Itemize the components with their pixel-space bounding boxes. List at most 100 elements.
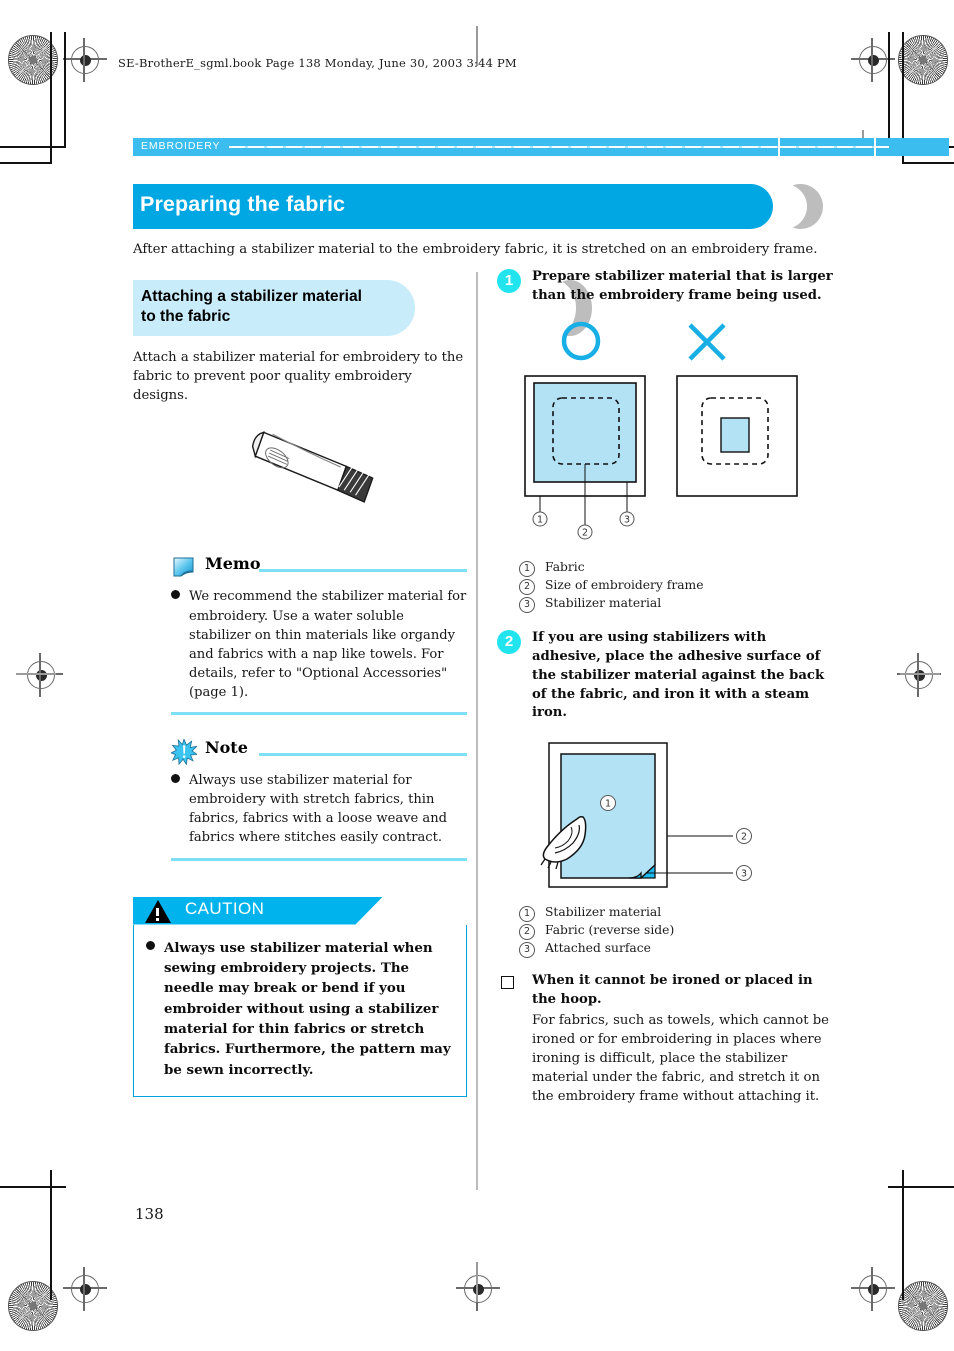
caution-item-text: Always use stabilizer material when sewi… (164, 939, 451, 1078)
warning-exclamation-bar (156, 907, 159, 916)
memo-block: Memo We recommend the stabilizer materia… (133, 554, 467, 716)
chapter-bar-separator-2 (874, 138, 876, 156)
page-title-bar: Preparing the fabric (133, 184, 773, 229)
note-rule (259, 753, 467, 757)
registration-target-top-right (851, 38, 895, 82)
caution-body: Always use stabilizer material when sewi… (133, 924, 467, 1098)
page-intro-text: After attaching a stabilizer material to… (133, 242, 818, 257)
iron-stabilizer-onto-fabric-diagram: 1 2 3 (540, 742, 752, 888)
section-intro-text: Attach a stabilizer material for embroid… (133, 350, 464, 404)
page-number: 138 (135, 1205, 164, 1223)
caution-label: CAUTION (185, 898, 265, 918)
registration-target-right (897, 653, 941, 697)
legend-number: 1 (519, 559, 545, 578)
column-divider (476, 272, 478, 1190)
section-heading-pill: Attaching a stabilizer material to the f… (133, 280, 415, 336)
section-heading-block: Attaching a stabilizer material to the f… (133, 280, 592, 336)
crop-mark-top-left-h2 (0, 162, 52, 164)
memo-rule (259, 569, 467, 573)
registration-starburst-bottom-right (898, 1281, 948, 1331)
warning-exclamation-dot (156, 917, 159, 921)
registration-target-top-left (63, 38, 107, 82)
legend-number: 3 (519, 940, 545, 959)
step-2: 2 If you are using stabilizers with adhe… (497, 629, 833, 723)
crop-mark-top-right-h2 (902, 162, 954, 164)
legend-number: 1 (519, 904, 545, 923)
section-heading-line-1: Attaching a stabilizer material (141, 288, 362, 305)
crop-mark-bottom-left-h (0, 1186, 66, 1188)
adhesive-tube-figure (133, 419, 467, 531)
subsection-heading: When it cannot be ironed or placed in th… (532, 973, 813, 1007)
legend-label: Stabilizer material (545, 596, 662, 611)
square-bullet-icon (501, 976, 514, 990)
registration-target-bottom-left (63, 1267, 107, 1311)
legend-label: Attached surface (545, 941, 651, 956)
trim-tick-right (900, 673, 940, 675)
section-heading-line-2: to the fabric (141, 307, 231, 325)
step-1-badge: 1 (497, 269, 521, 293)
memo-bullet (171, 590, 180, 600)
caution-bullet (146, 940, 155, 950)
step-1-legend: 1 Fabric 2 Size of embroidery frame 3 St… (519, 559, 833, 614)
step-2-legend: 1 Stabilizer material 2 Fabric (reverse … (519, 904, 833, 959)
caution-block: CAUTION Always use stabilizer material w… (133, 896, 467, 1098)
legend-item: 2 Size of embroidery frame (519, 577, 833, 596)
step-2-badge: 2 (497, 630, 521, 655)
note-bottom-rule (171, 857, 467, 861)
crop-mark-bottom-left-v (50, 1170, 52, 1300)
chapter-bar-rule (229, 146, 889, 148)
section-heading-text: Attaching a stabilizer material to the f… (141, 287, 362, 327)
svg-text:3: 3 (741, 869, 747, 880)
legend-item: 3 Stabilizer material (519, 595, 833, 614)
svg-text:2: 2 (582, 528, 588, 539)
memo-item-text: We recommend the stabilizer material for… (189, 589, 467, 700)
step-1-text: Prepare stabilizer material that is larg… (532, 269, 833, 303)
trim-tick-bottom (476, 1262, 478, 1302)
memo-title: Memo (205, 554, 261, 574)
memo-header: Memo (133, 554, 467, 581)
crop-mark-bottom-right-h (888, 1186, 954, 1188)
registration-target-bottom-center (456, 1267, 500, 1311)
crop-mark-top-left-h (0, 146, 66, 148)
trim-tick-left (16, 673, 56, 675)
memo-item: We recommend the stabilizer material for… (171, 587, 467, 702)
crop-mark-top-left-v (50, 32, 52, 164)
registration-target-left (19, 653, 63, 697)
legend-item: 1 Stabilizer material (519, 904, 833, 923)
step-2-figure: 1 2 3 (537, 737, 833, 892)
note-header: Note (133, 737, 467, 766)
legend-label: Size of embroidery frame (545, 578, 704, 593)
step-1: 1 Prepare stabilizer material that is la… (497, 268, 833, 305)
good-mark-circle (561, 322, 601, 361)
registration-starburst-top-right (898, 35, 948, 85)
note-title: Note (205, 738, 248, 758)
memo-bottom-rule (171, 712, 467, 716)
legend-item: 2 Fabric (reverse side) (519, 922, 833, 941)
caution-header: CAUTION (133, 896, 467, 925)
crop-mark-bottom-right-v (902, 1170, 904, 1300)
svg-text:2: 2 (741, 832, 747, 843)
page-title: Preparing the fabric (140, 192, 346, 216)
note-starburst-icon (169, 737, 199, 766)
note-item: Always use stabilizer material for embro… (171, 771, 467, 847)
crop-mark-top-right-v2 (888, 32, 890, 147)
left-column: Attaching a stabilizer material to the f… (133, 280, 592, 1098)
print-file-header: SE-BrotherE_sgml.book Page 138 Monday, J… (118, 56, 517, 70)
subsection-block: When it cannot be ironed or placed in th… (497, 972, 833, 1106)
legend-label: Fabric (reverse side) (545, 923, 675, 938)
bad-mark-cross (688, 323, 726, 362)
memo-page-icon (171, 555, 197, 579)
legend-number: 2 (519, 577, 545, 596)
chapter-label: EMBROIDERY (141, 140, 221, 152)
crop-mark-top-left-v2 (64, 32, 66, 147)
svg-text:1: 1 (605, 799, 611, 810)
legend-label: Fabric (545, 560, 585, 575)
legend-item: 3 Attached surface (519, 940, 833, 959)
subsection-body: For fabrics, such as towels, which canno… (532, 1012, 829, 1105)
legend-label: Stabilizer material (545, 905, 662, 920)
legend-number: 3 (519, 595, 545, 614)
registration-target-bottom-right (851, 1267, 895, 1311)
step-2-text: If you are using stabilizers with adhesi… (532, 630, 825, 721)
svg-text:1: 1 (537, 515, 543, 526)
chapter-bar-separator-1 (778, 138, 780, 156)
